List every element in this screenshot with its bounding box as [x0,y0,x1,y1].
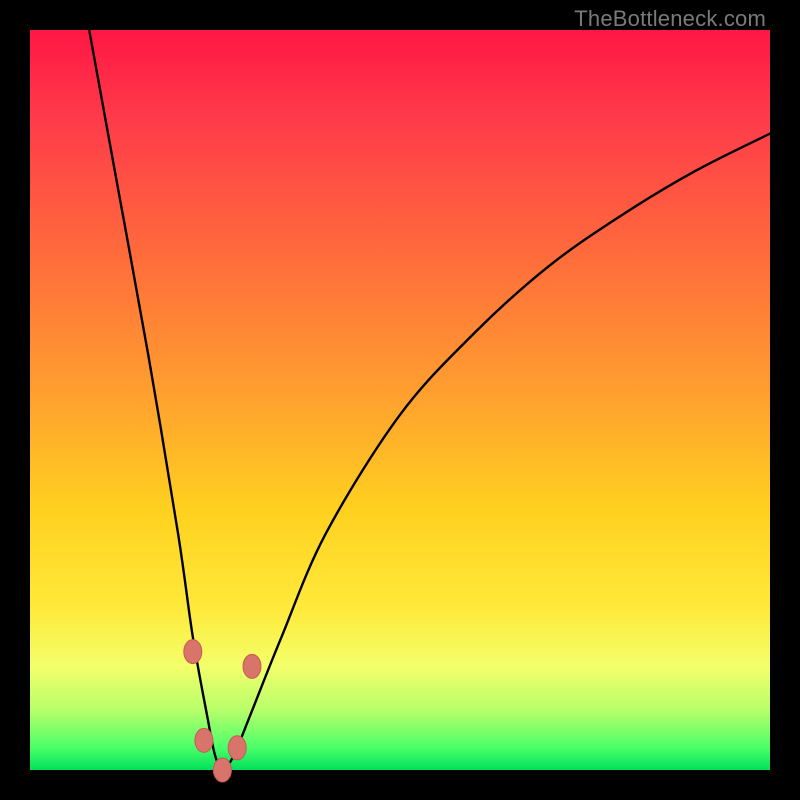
chart-frame: TheBottleneck.com [0,0,800,800]
curve-marker [228,736,246,760]
watermark-text: TheBottleneck.com [574,6,766,32]
bottleneck-curve-svg [30,30,770,770]
curve-marker [213,758,231,782]
curve-marker [195,728,213,752]
curve-marker [184,640,202,664]
curve-markers [184,640,261,782]
plot-area [30,30,770,770]
curve-marker [243,654,261,678]
